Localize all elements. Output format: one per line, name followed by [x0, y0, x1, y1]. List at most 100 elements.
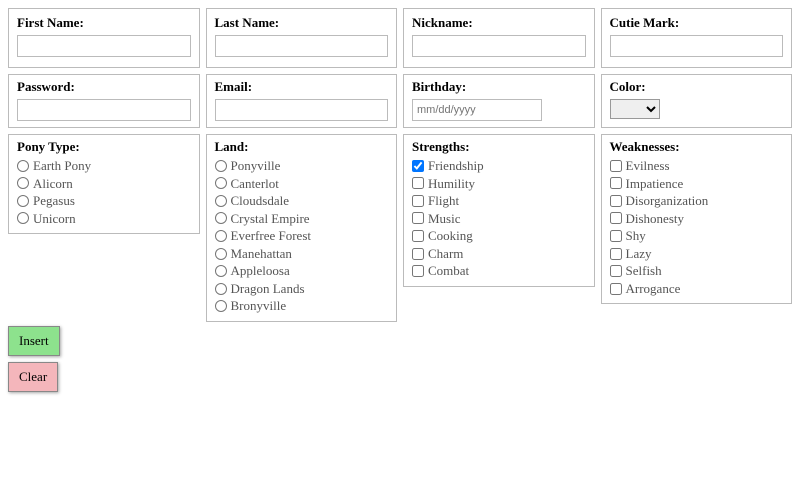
land-option-everfree-forest[interactable]: Everfree Forest	[215, 227, 389, 245]
weaknesses-checkbox-evilness[interactable]	[610, 160, 622, 172]
weaknesses-option-lazy[interactable]: Lazy	[610, 245, 784, 263]
birthday-label: Birthday:	[412, 79, 586, 95]
cutie-mark-input[interactable]	[610, 35, 784, 57]
weaknesses-checkbox-dishonesty[interactable]	[610, 212, 622, 224]
birthday-field: Birthday:	[403, 74, 595, 128]
weaknesses-option-arrogance[interactable]: Arrogance	[610, 280, 784, 298]
land-radio-crystal-empire[interactable]	[215, 212, 227, 224]
form-row-1: First Name: Last Name: Nickname: Cutie M…	[8, 8, 792, 68]
nickname-label: Nickname:	[412, 15, 586, 31]
password-input[interactable]	[17, 99, 191, 121]
strengths-option-label: Music	[428, 210, 461, 228]
weaknesses-checkbox-lazy[interactable]	[610, 248, 622, 260]
weaknesses-option-selfish[interactable]: Selfish	[610, 262, 784, 280]
pony-type-radio-earth-pony[interactable]	[17, 160, 29, 172]
strengths-checkbox-charm[interactable]	[412, 248, 424, 260]
land-option-manehattan[interactable]: Manehattan	[215, 245, 389, 263]
land-radio-cloudsdale[interactable]	[215, 195, 227, 207]
strengths-checkbox-friendship[interactable]	[412, 160, 424, 172]
color-label: Color:	[610, 79, 784, 95]
weaknesses-option-dishonesty[interactable]: Dishonesty	[610, 210, 784, 228]
last-name-field: Last Name:	[206, 8, 398, 68]
weaknesses-option-label: Shy	[626, 227, 646, 245]
strengths-option-label: Combat	[428, 262, 469, 280]
password-field: Password:	[8, 74, 200, 128]
land-option-label: Canterlot	[231, 175, 279, 193]
land-option-appleloosa[interactable]: Appleloosa	[215, 262, 389, 280]
strengths-option-friendship[interactable]: Friendship	[412, 157, 586, 175]
land-option-canterlot[interactable]: Canterlot	[215, 175, 389, 193]
pony-type-option-unicorn[interactable]: Unicorn	[17, 210, 191, 228]
land-radio-bronyville[interactable]	[215, 300, 227, 312]
email-label: Email:	[215, 79, 389, 95]
pony-type-option-label: Unicorn	[33, 210, 76, 228]
strengths-option-flight[interactable]: Flight	[412, 192, 586, 210]
weaknesses-option-shy[interactable]: Shy	[610, 227, 784, 245]
pony-type-radio-alicorn[interactable]	[17, 177, 29, 189]
land-radio-appleloosa[interactable]	[215, 265, 227, 277]
pony-type-option-label: Earth Pony	[33, 157, 91, 175]
land-option-dragon-lands[interactable]: Dragon Lands	[215, 280, 389, 298]
strengths-option-combat[interactable]: Combat	[412, 262, 586, 280]
weaknesses-option-label: Disorganization	[626, 192, 709, 210]
pony-type-group: Pony Type: Earth PonyAlicornPegasusUnico…	[8, 134, 200, 234]
land-option-ponyville[interactable]: Ponyville	[215, 157, 389, 175]
strengths-option-charm[interactable]: Charm	[412, 245, 586, 263]
password-label: Password:	[17, 79, 191, 95]
weaknesses-checkbox-arrogance[interactable]	[610, 283, 622, 295]
clear-button[interactable]: Clear	[8, 362, 58, 392]
pony-type-option-label: Alicorn	[33, 175, 73, 193]
weaknesses-option-label: Dishonesty	[626, 210, 685, 228]
pony-type-label: Pony Type:	[17, 139, 191, 155]
strengths-checkbox-combat[interactable]	[412, 265, 424, 277]
strengths-checkbox-humility[interactable]	[412, 177, 424, 189]
land-option-crystal-empire[interactable]: Crystal Empire	[215, 210, 389, 228]
pony-type-radio-pegasus[interactable]	[17, 195, 29, 207]
land-radio-dragon-lands[interactable]	[215, 283, 227, 295]
birthday-input[interactable]	[412, 99, 542, 121]
strengths-checkbox-cooking[interactable]	[412, 230, 424, 242]
strengths-option-humility[interactable]: Humility	[412, 175, 586, 193]
strengths-option-label: Charm	[428, 245, 463, 263]
land-option-label: Bronyville	[231, 297, 287, 315]
land-option-label: Everfree Forest	[231, 227, 312, 245]
land-option-bronyville[interactable]: Bronyville	[215, 297, 389, 315]
strengths-option-label: Cooking	[428, 227, 473, 245]
strengths-option-cooking[interactable]: Cooking	[412, 227, 586, 245]
first-name-field: First Name:	[8, 8, 200, 68]
land-radio-canterlot[interactable]	[215, 177, 227, 189]
weaknesses-group: Weaknesses: EvilnessImpatienceDisorganiz…	[601, 134, 793, 304]
nickname-input[interactable]	[412, 35, 586, 57]
strengths-option-label: Friendship	[428, 157, 484, 175]
insert-button[interactable]: Insert	[8, 326, 60, 356]
land-option-cloudsdale[interactable]: Cloudsdale	[215, 192, 389, 210]
land-radio-manehattan[interactable]	[215, 248, 227, 260]
land-radio-ponyville[interactable]	[215, 160, 227, 172]
weaknesses-checkbox-impatience[interactable]	[610, 177, 622, 189]
land-label: Land:	[215, 139, 389, 155]
last-name-input[interactable]	[215, 35, 389, 57]
weaknesses-checkbox-disorganization[interactable]	[610, 195, 622, 207]
email-field: Email:	[206, 74, 398, 128]
weaknesses-option-evilness[interactable]: Evilness	[610, 157, 784, 175]
weaknesses-option-impatience[interactable]: Impatience	[610, 175, 784, 193]
pony-type-radio-unicorn[interactable]	[17, 212, 29, 224]
pony-type-option-earth-pony[interactable]: Earth Pony	[17, 157, 191, 175]
pony-type-option-alicorn[interactable]: Alicorn	[17, 175, 191, 193]
weaknesses-option-label: Evilness	[626, 157, 670, 175]
land-option-label: Crystal Empire	[231, 210, 310, 228]
strengths-label: Strengths:	[412, 139, 586, 155]
email-input[interactable]	[215, 99, 389, 121]
weaknesses-option-label: Arrogance	[626, 280, 681, 298]
weaknesses-checkbox-shy[interactable]	[610, 230, 622, 242]
land-option-label: Ponyville	[231, 157, 281, 175]
first-name-input[interactable]	[17, 35, 191, 57]
strengths-checkbox-music[interactable]	[412, 212, 424, 224]
land-radio-everfree-forest[interactable]	[215, 230, 227, 242]
color-select[interactable]	[610, 99, 660, 119]
weaknesses-checkbox-selfish[interactable]	[610, 265, 622, 277]
weaknesses-option-disorganization[interactable]: Disorganization	[610, 192, 784, 210]
strengths-option-music[interactable]: Music	[412, 210, 586, 228]
strengths-checkbox-flight[interactable]	[412, 195, 424, 207]
pony-type-option-pegasus[interactable]: Pegasus	[17, 192, 191, 210]
